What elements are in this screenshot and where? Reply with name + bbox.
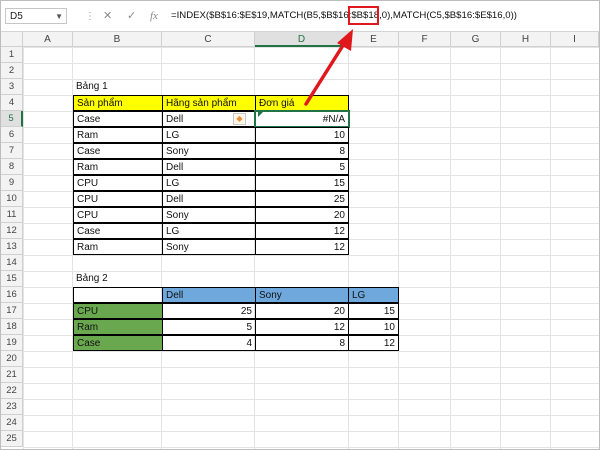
annotation-arrow bbox=[304, 29, 353, 106]
excel-window: D5 ▼ ⋮ ✕ ✓ fx =INDEX($B$16:$E$19,MATCH(B… bbox=[0, 0, 600, 450]
